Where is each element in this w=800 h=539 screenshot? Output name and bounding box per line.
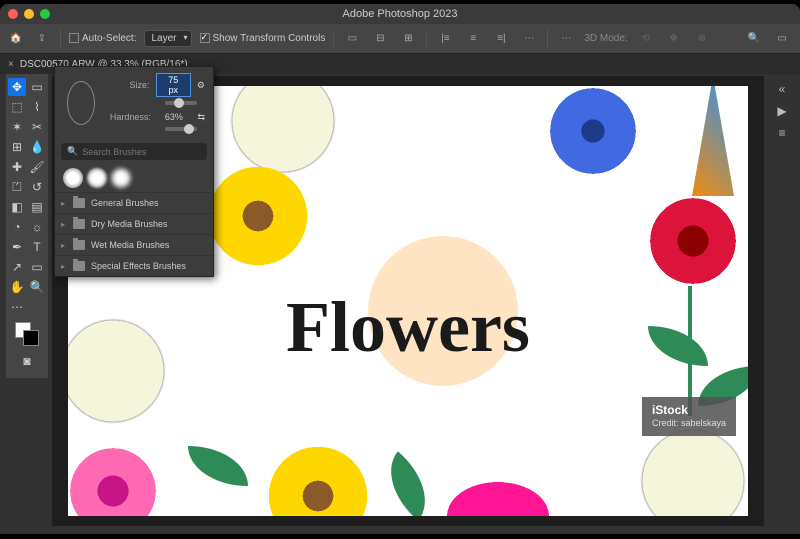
auto-select-checkbox[interactable]: Auto-Select: bbox=[69, 33, 136, 44]
show-transform-checkbox[interactable]: Show Transform Controls bbox=[200, 33, 326, 44]
move-tool[interactable]: ✥ bbox=[8, 78, 26, 96]
brush-preset[interactable] bbox=[63, 168, 83, 188]
auto-select-dropdown[interactable]: Layer bbox=[144, 30, 191, 47]
distribute-icon[interactable]: ⋯ bbox=[519, 29, 539, 49]
heal-tool[interactable]: ✚ bbox=[8, 158, 26, 176]
eraser-tool[interactable]: ◧ bbox=[8, 198, 26, 216]
watermark-credit: Credit: sabelskaya bbox=[652, 418, 726, 430]
dolly-icon[interactable]: ⊕ bbox=[692, 29, 712, 49]
minimize-window-button[interactable] bbox=[24, 9, 34, 19]
size-label: Size: bbox=[105, 80, 150, 90]
right-panel-strip: « ▶ ≡ bbox=[768, 76, 796, 140]
align-icon[interactable]: ▭ bbox=[342, 29, 362, 49]
brush-folder[interactable]: General Brushes bbox=[55, 192, 213, 213]
maximize-window-button[interactable] bbox=[40, 9, 50, 19]
bird-of-paradise-graphic bbox=[678, 86, 748, 196]
color-swatch[interactable] bbox=[15, 322, 39, 346]
edit-toolbar[interactable]: ⋯ bbox=[8, 298, 26, 316]
dodge-tool[interactable]: ☼ bbox=[28, 218, 46, 236]
lasso-tool[interactable]: ⌇ bbox=[28, 98, 46, 116]
search-icon: 🔍 bbox=[67, 146, 78, 157]
leaf-graphic bbox=[188, 446, 248, 486]
app-window: Adobe Photoshop 2023 🏠 ⇪ Auto-Select: La… bbox=[0, 4, 800, 534]
workspace-icon[interactable]: ▭ bbox=[772, 29, 792, 49]
home-icon[interactable]: 🏠 bbox=[8, 31, 24, 47]
brush-preset[interactable] bbox=[87, 168, 107, 188]
titlebar: Adobe Photoshop 2023 bbox=[0, 4, 800, 24]
window-controls bbox=[8, 9, 50, 19]
type-tool[interactable]: T bbox=[28, 238, 46, 256]
shape-tool[interactable]: ▭ bbox=[28, 258, 46, 276]
stock-watermark: iStock Credit: sabelskaya bbox=[642, 397, 736, 436]
watermark-brand: iStock bbox=[652, 403, 726, 419]
zoom-tool[interactable]: 🔍 bbox=[28, 278, 46, 296]
hardness-label: Hardness: bbox=[105, 112, 151, 122]
align-left-icon[interactable]: |≡ bbox=[435, 29, 455, 49]
brush-angle-control[interactable] bbox=[67, 81, 95, 125]
more-icon[interactable]: ⋯ bbox=[556, 29, 576, 49]
flip-icon[interactable]: ⇆ bbox=[197, 112, 205, 123]
expand-panels-icon[interactable]: « bbox=[779, 82, 786, 96]
brush-preset[interactable] bbox=[111, 168, 131, 188]
headline-text: Flowers bbox=[68, 286, 748, 369]
quick-mask-icon[interactable]: ◙ bbox=[18, 352, 36, 370]
align-right-icon[interactable]: ≡| bbox=[491, 29, 511, 49]
quick-select-tool[interactable]: ✶ bbox=[8, 118, 26, 136]
brush-tool[interactable]: 🖌 bbox=[28, 158, 46, 176]
brush-folder[interactable]: Dry Media Brushes bbox=[55, 213, 213, 234]
eyedropper-tool[interactable]: 💧 bbox=[28, 138, 46, 156]
blur-tool[interactable]: ◔ bbox=[8, 218, 26, 236]
folder-icon bbox=[73, 198, 85, 208]
brush-size-slider[interactable] bbox=[165, 101, 197, 105]
frame-tool[interactable]: ⊞ bbox=[8, 138, 26, 156]
gerbera-graphic bbox=[438, 476, 558, 516]
brush-hardness-slider[interactable] bbox=[165, 127, 197, 131]
yellow-daisy-graphic bbox=[258, 436, 378, 516]
brush-hardness-field[interactable]: 63% bbox=[157, 111, 191, 123]
orbit-icon[interactable]: ⟲ bbox=[636, 29, 656, 49]
play-icon[interactable]: ▶ bbox=[777, 104, 786, 118]
align-icon[interactable]: ⊞ bbox=[398, 29, 418, 49]
pan-icon[interactable]: ✥ bbox=[664, 29, 684, 49]
red-rose-graphic bbox=[638, 186, 748, 296]
tools-panel: ✥ ▭ ⬚ ⌇ ✶ ✂ ⊞ 💧 ✚ 🖌 ⏍ ↺ ◧ ▤ ◔ ☼ ✒ T ↗ ▭ … bbox=[6, 74, 48, 378]
pen-tool[interactable]: ✒ bbox=[8, 238, 26, 256]
brush-preset-panel: Size: 75 px ⚙ Hardness: 63% ⇆ 🔍 Search B… bbox=[54, 66, 214, 277]
history-brush-tool[interactable]: ↺ bbox=[28, 178, 46, 196]
gradient-tool[interactable]: ▤ bbox=[28, 198, 46, 216]
brush-search-input[interactable]: 🔍 Search Brushes bbox=[61, 143, 207, 160]
gear-icon[interactable]: ⚙ bbox=[197, 80, 205, 91]
close-tab-icon[interactable]: × bbox=[8, 59, 14, 70]
artboard-tool[interactable]: ▭ bbox=[28, 78, 46, 96]
crop-tool[interactable]: ✂ bbox=[28, 118, 46, 136]
folder-icon bbox=[73, 219, 85, 229]
sunflower-graphic bbox=[198, 156, 318, 276]
brush-size-field[interactable]: 75 px bbox=[156, 73, 191, 97]
stamp-tool[interactable]: ⏍ bbox=[8, 178, 26, 196]
align-icon[interactable]: ⊟ bbox=[370, 29, 390, 49]
path-tool[interactable]: ↗ bbox=[8, 258, 26, 276]
cornflower-graphic bbox=[538, 86, 648, 186]
marquee-tool[interactable]: ⬚ bbox=[8, 98, 26, 116]
hand-tool[interactable]: ✋ bbox=[8, 278, 26, 296]
folder-icon bbox=[73, 261, 85, 271]
app-title: Adobe Photoshop 2023 bbox=[0, 8, 800, 20]
brush-folder[interactable]: Wet Media Brushes bbox=[55, 234, 213, 255]
share-icon[interactable]: ⇪ bbox=[32, 29, 52, 49]
options-bar: 🏠 ⇪ Auto-Select: Layer Show Transform Co… bbox=[0, 24, 800, 54]
search-icon[interactable]: 🔍 bbox=[744, 29, 764, 49]
align-center-icon[interactable]: ≡ bbox=[463, 29, 483, 49]
panel-icon[interactable]: ≡ bbox=[778, 126, 785, 140]
pink-rose-graphic bbox=[68, 436, 168, 516]
leaf-graphic bbox=[372, 451, 444, 516]
three-d-mode-label: 3D Mode: bbox=[584, 33, 627, 44]
brush-preset-row bbox=[55, 164, 213, 192]
brush-folder[interactable]: Special Effects Brushes bbox=[55, 255, 213, 276]
close-window-button[interactable] bbox=[8, 9, 18, 19]
folder-icon bbox=[73, 240, 85, 250]
